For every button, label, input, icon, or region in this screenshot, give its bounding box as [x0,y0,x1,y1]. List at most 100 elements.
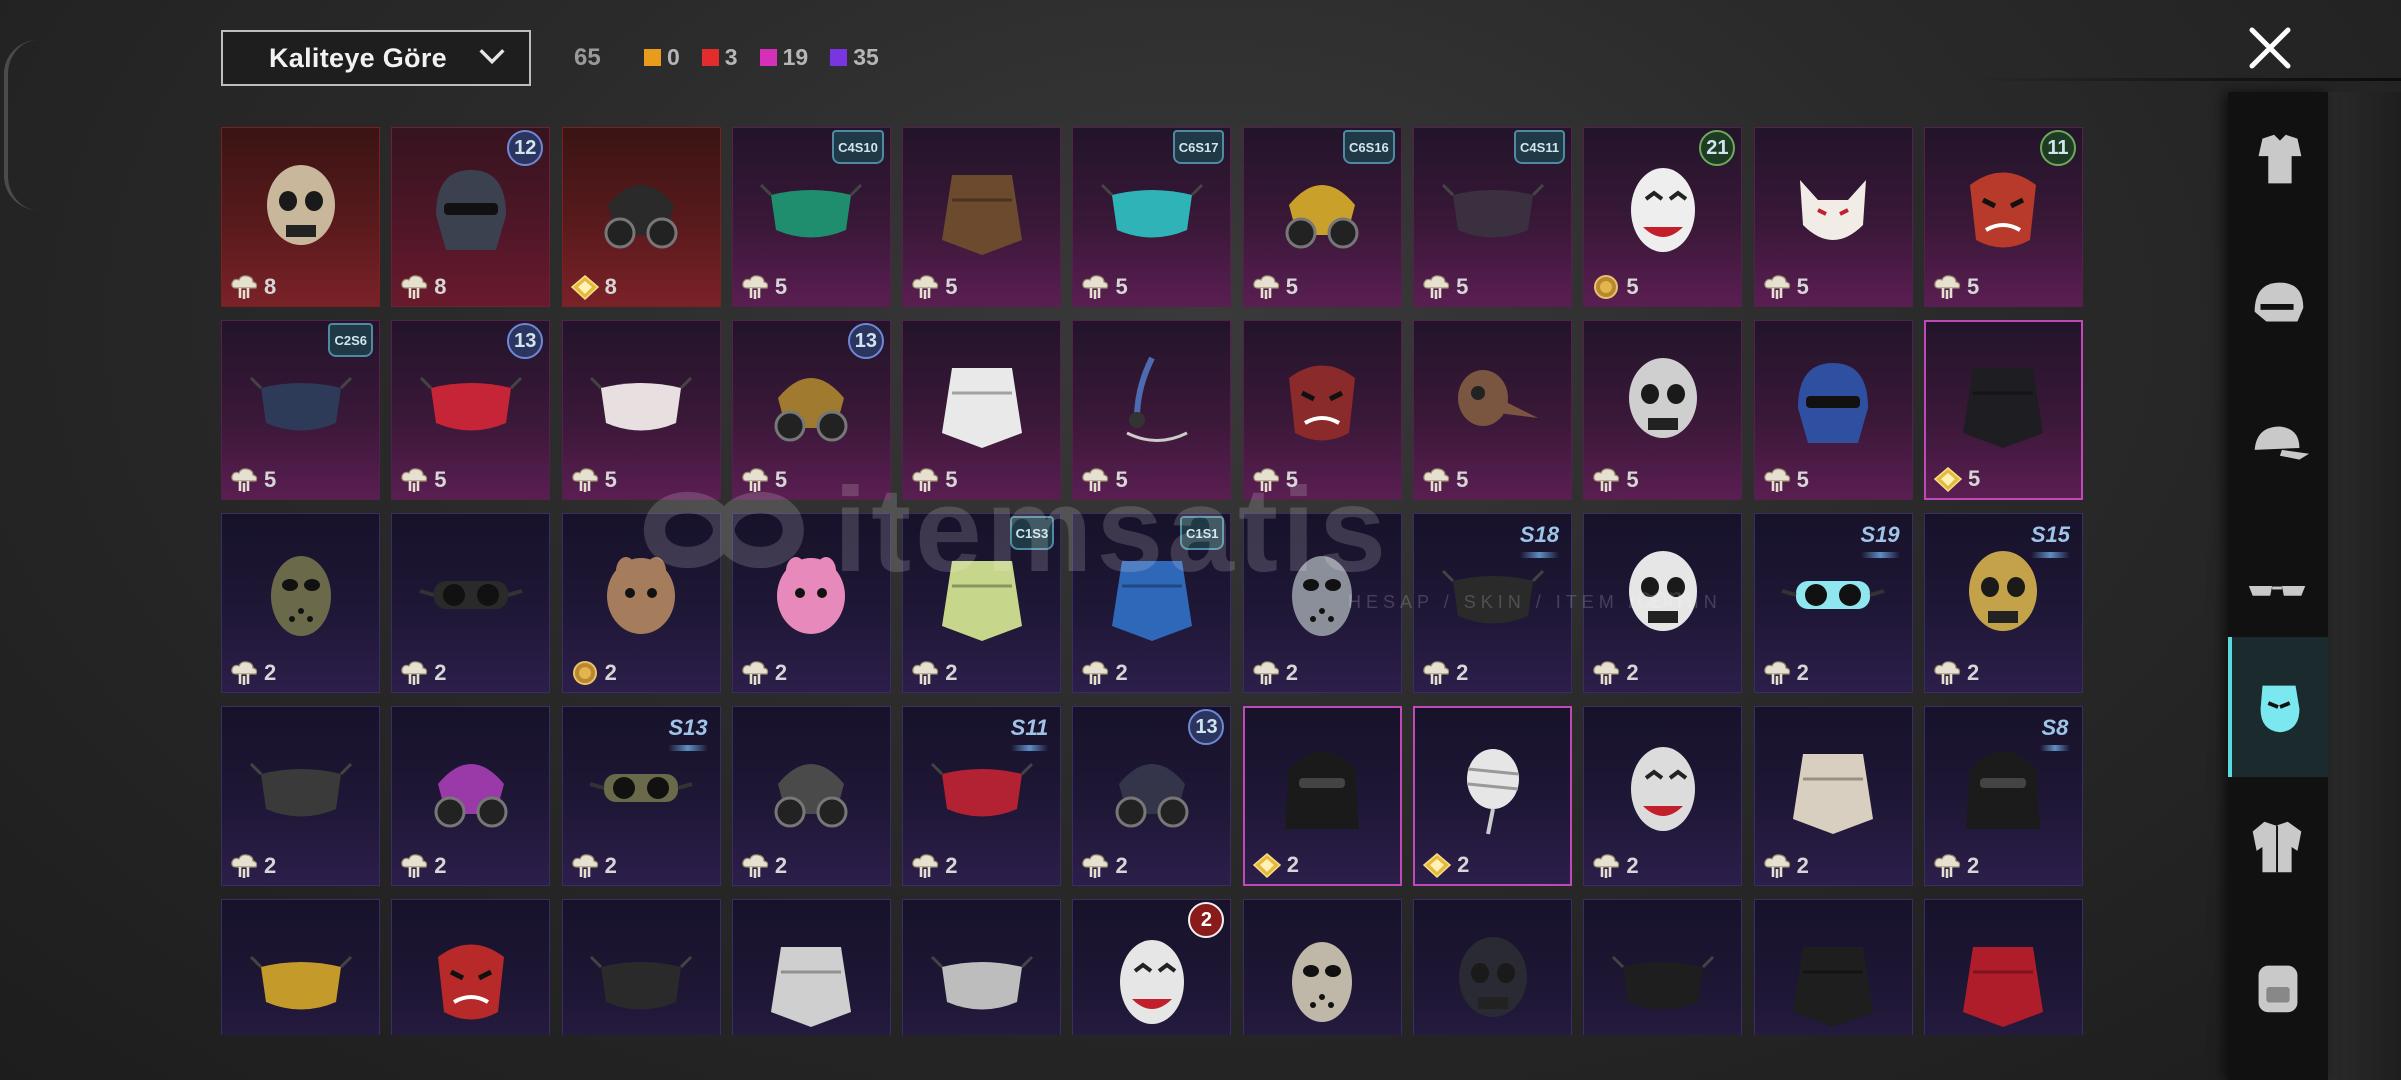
item-tile[interactable]: 2 [1242,706,1402,886]
item-quantity-value: 5 [1456,274,1469,299]
item-quantity-value: 2 [1457,852,1470,877]
item-tile[interactable] [221,899,380,1035]
item-tile[interactable]: 2 [1413,706,1573,886]
glasses-icon [2248,586,2306,596]
sidebar-item-hat[interactable] [2228,376,2328,516]
item-tile[interactable]: C4S11 5 [1413,127,1573,307]
item-quantity-value: 5 [774,467,788,492]
item-quantity-value: 2 [774,853,788,878]
item-tile[interactable]: 8 [221,127,380,307]
item-tile[interactable] [1242,899,1402,1035]
cloud-currency-icon [571,854,598,878]
item-quantity-value: 5 [1285,274,1299,299]
item-tile[interactable]: 8 [561,127,721,307]
item-tile[interactable]: S11 2 [902,706,1062,886]
item-tile[interactable]: 2 [221,513,380,693]
item-tile[interactable]: 13 5 [731,320,891,500]
item-tile[interactable] [1753,899,1913,1035]
item-tile[interactable]: 5 [1583,320,1743,500]
item-tile[interactable]: 5 [1923,320,2083,500]
item-tile[interactable]: 11 5 [1923,127,2083,307]
sidebar-item-outfit[interactable] [2228,92,2328,232]
scarf-icon [1793,753,1874,834]
item-tile[interactable]: 2 [731,513,891,693]
item-tile[interactable]: 2 [1072,899,1232,1035]
item-tile[interactable]: 5 [1072,320,1232,500]
item-tile[interactable]: S19 2 [1753,513,1913,693]
item-tile[interactable] [1583,899,1743,1035]
item-tile[interactable] [561,899,721,1035]
item-tile[interactable]: 5 [1242,320,1402,500]
item-quantity-value: 2 [1626,660,1639,685]
item-tile[interactable]: C2S6 5 [221,320,380,500]
item-tile[interactable] [391,899,551,1035]
item-tile[interactable]: S18 2 [1413,513,1573,693]
scarf-icon [941,174,1022,255]
item-quantity: 2 [398,852,447,880]
item-tile[interactable]: C1S3 2 [902,513,1062,693]
oni-mask-icon [1289,365,1356,441]
item-tile[interactable]: 2 [1583,513,1743,693]
item-tile[interactable]: 2 [391,706,551,886]
mic-mask-icon [1126,356,1188,442]
quality-count: 19 [759,44,808,71]
item-tile[interactable] [902,899,1062,1035]
sidebar-item-backpack[interactable] [2228,917,2328,1057]
category-sidebar [2228,92,2328,1080]
item-tile[interactable]: 5 [902,320,1062,500]
item-tile[interactable]: 2 [1583,706,1743,886]
sort-dropdown-label: Kaliteye Göre [269,42,447,73]
item-badge: 13 [1188,709,1225,745]
cloud-currency-icon [1253,661,1279,685]
item-tile[interactable]: 2 [1753,706,1913,886]
item-tile[interactable] [731,899,891,1035]
cloth-mask-icon [1441,183,1544,238]
item-quantity: 5 [1420,273,1468,301]
cloud-currency-icon [1082,854,1109,878]
item-tile[interactable]: C4S10 5 [731,127,891,307]
item-tile[interactable] [1923,899,2083,1035]
item-tile[interactable]: 2 [561,513,721,693]
item-tile[interactable]: 2 [391,513,551,693]
sidebar-item-jacket[interactable] [2228,777,2328,917]
item-tile[interactable]: 5 [561,320,721,500]
item-quantity: 5 [1250,273,1298,301]
fox-mask-icon [1800,179,1867,240]
item-tile[interactable] [1413,899,1573,1035]
item-tile[interactable]: 2 [1242,513,1402,693]
item-quantity-value: 5 [1626,274,1639,299]
item-quantity: 2 [1079,659,1128,687]
item-tile[interactable]: S8 2 [1923,706,2083,886]
item-tile[interactable]: 2 [731,706,891,886]
sort-dropdown[interactable]: Kaliteye Göre [221,30,531,86]
close-button[interactable] [2240,18,2300,78]
item-quantity-value: 2 [1796,660,1809,685]
sidebar-item-mask[interactable] [2228,637,2328,777]
item-tile[interactable]: 21 5 [1583,127,1743,307]
item-quantity-value: 5 [1796,274,1809,299]
item-tile[interactable]: S13 2 [561,706,721,886]
scarf-icon [1793,946,1874,1027]
item-quantity-value: 5 [945,467,958,492]
item-tile[interactable]: 12 8 [391,127,551,307]
item-tile[interactable]: C1S1 2 [1072,513,1232,693]
item-quantity: 2 [909,852,957,880]
item-badge: 21 [1699,130,1736,166]
item-quantity-value: 5 [1115,467,1128,492]
item-badge: C4S11 [1514,130,1566,164]
sidebar-item-helmet[interactable] [2228,234,2328,374]
item-tile[interactable]: 5 [1413,320,1573,500]
item-tile[interactable]: C6S17 5 [1072,127,1232,307]
item-tile[interactable]: 2 [221,706,380,886]
item-tile[interactable]: 5 [902,127,1062,307]
item-tile[interactable]: 5 [1753,320,1913,500]
item-tile[interactable]: 13 5 [391,320,551,500]
item-tile[interactable]: C6S16 5 [1242,127,1402,307]
item-tile[interactable]: S15 2 [1923,513,2083,693]
cloth-mask-icon [590,376,693,431]
cloud-currency-icon [1593,468,1620,492]
item-tile[interactable]: 5 [1753,127,1913,307]
item-badge: C6S17 [1172,130,1225,164]
item-quantity: 2 [1761,852,1809,880]
item-tile[interactable]: 13 2 [1072,706,1232,886]
